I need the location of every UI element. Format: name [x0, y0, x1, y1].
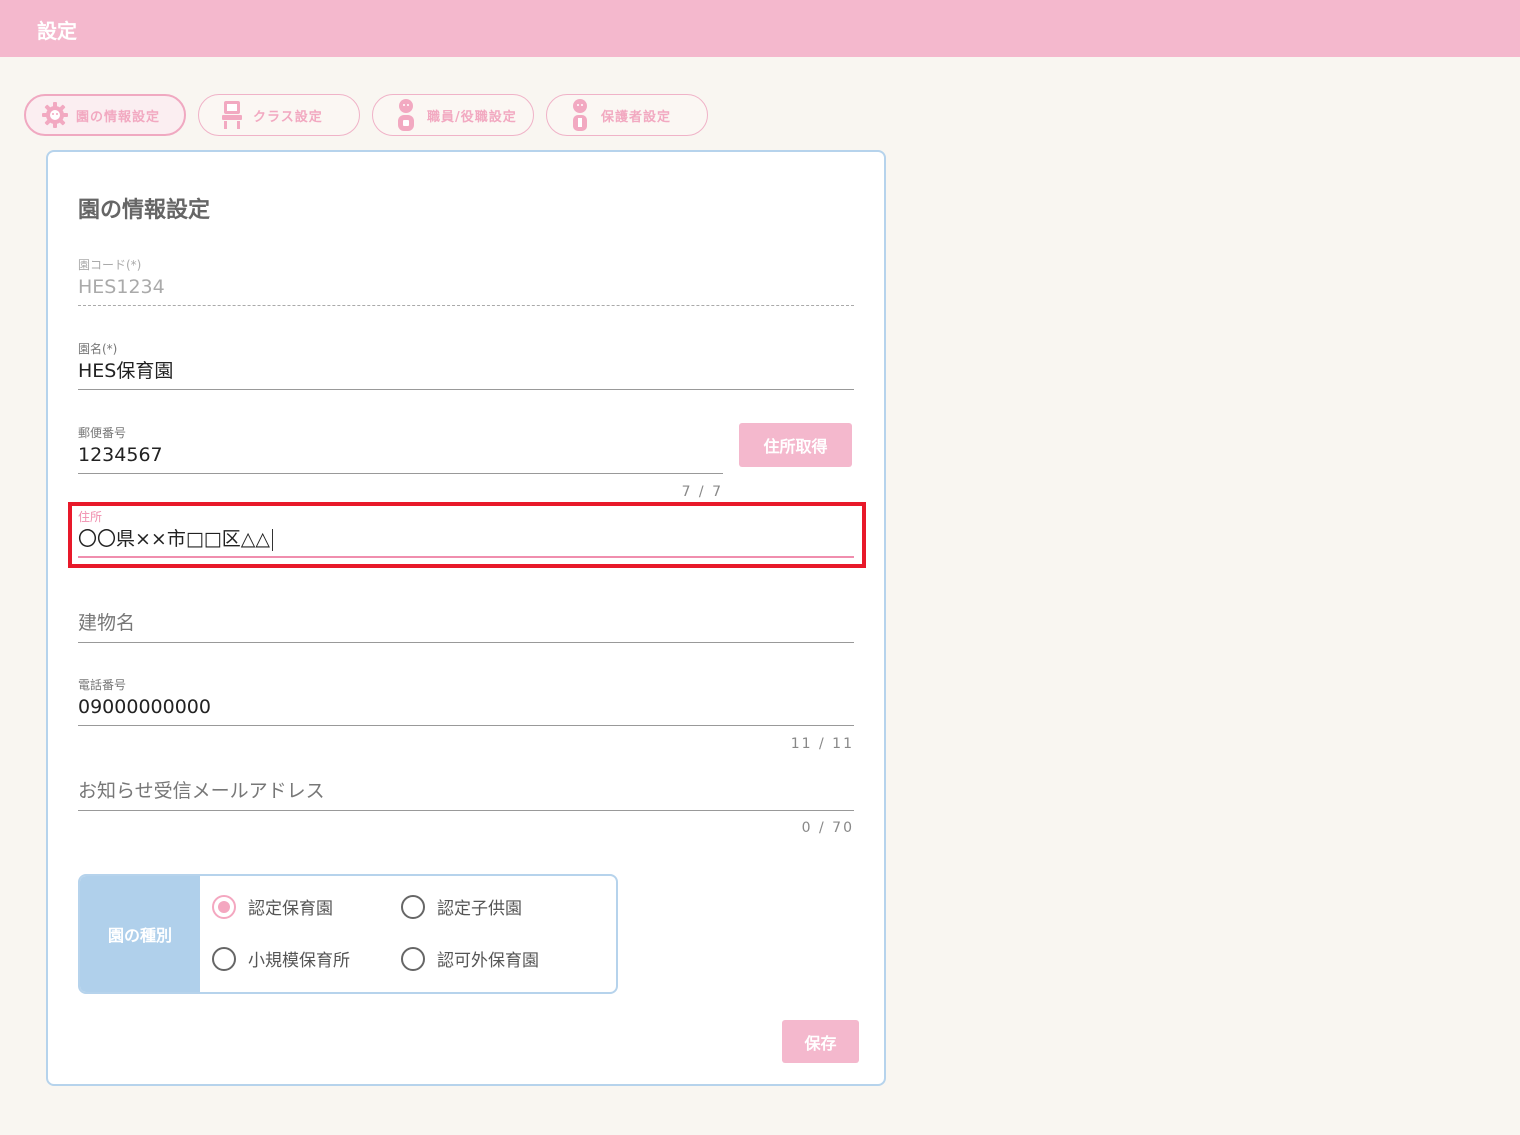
school-code-label: 園コード(*) [78, 258, 142, 272]
save-button[interactable]: 保存 [782, 1020, 859, 1063]
postal-code-counter: 7 / 7 [681, 484, 723, 500]
school-code-field: 園コード(*) HES1234 [78, 256, 854, 306]
email-label[interactable]: お知らせ受信メールアドレス [78, 776, 854, 806]
tab-label: 職員/役職設定 [427, 109, 517, 125]
school-info-card: 園の情報設定 園コード(*) HES1234 園名(*) HES保育園 郵便番号… [46, 150, 886, 1086]
postal-code-input[interactable]: 1234567 [78, 440, 723, 470]
get-address-button[interactable]: 住所取得 [739, 423, 852, 467]
building-name-field[interactable]: 建物名 [78, 608, 854, 643]
field-underline [78, 725, 854, 726]
field-underline [78, 305, 854, 306]
address-label: 住所 [78, 510, 103, 524]
radio-label: 小規模保育所 [248, 951, 350, 971]
card-title: 園の情報設定 [78, 198, 211, 223]
tab-label: 保護者設定 [601, 109, 672, 125]
radio-label: 認定保育園 [248, 899, 333, 919]
address-input[interactable]: 〇〇県××市□□区△△ [78, 524, 854, 554]
radio-unlicensed-nursery[interactable]: 認可外保育園 [401, 946, 539, 971]
postal-code-field[interactable]: 郵便番号 1234567 [78, 424, 723, 474]
tab-label: クラス設定 [253, 109, 323, 125]
radio-small-nursery[interactable]: 小規模保育所 [212, 946, 350, 971]
tab-class-settings[interactable]: クラス設定 [198, 94, 360, 136]
radio-label: 認可外保育園 [437, 951, 539, 971]
field-underline [78, 389, 854, 390]
phone-counter: 11 / 11 [790, 736, 854, 752]
building-name-label[interactable]: 建物名 [78, 608, 854, 638]
tab-school-info[interactable]: 園の情報設定 [24, 94, 186, 136]
top-bar: 設定 [0, 0, 1520, 57]
address-value: 〇〇県××市□□区△△ [78, 528, 270, 550]
radio-checked-icon [212, 894, 236, 919]
school-name-input[interactable]: HES保育園 [78, 356, 854, 386]
address-field[interactable]: 住所 〇〇県××市□□区△△ [78, 508, 854, 558]
page-title: 設定 [37, 19, 77, 43]
tab-label: 園の情報設定 [76, 109, 161, 125]
postal-code-label: 郵便番号 [78, 426, 127, 440]
tab-staff-settings[interactable]: 職員/役職設定 [372, 94, 534, 136]
class-icon [217, 100, 247, 130]
radio-unchecked-icon [401, 946, 425, 971]
radio-unchecked-icon [401, 894, 425, 919]
field-underline [78, 810, 854, 811]
phone-field[interactable]: 電話番号 09000000000 [78, 676, 854, 726]
staff-icon [391, 99, 421, 131]
guardian-icon [565, 99, 595, 131]
radio-certified-nursery[interactable]: 認定保育園 [212, 894, 333, 919]
tab-guardian-settings[interactable]: 保護者設定 [546, 94, 708, 136]
email-field[interactable]: お知らせ受信メールアドレス [78, 776, 854, 811]
school-name-field[interactable]: 園名(*) HES保育園 [78, 340, 854, 390]
gear-icon [40, 100, 70, 130]
school-name-label: 園名(*) [78, 342, 118, 356]
phone-input[interactable]: 09000000000 [78, 692, 854, 722]
radio-label: 認定子供園 [437, 899, 522, 919]
school-type-label: 園の種別 [80, 876, 200, 992]
radio-certified-child-center[interactable]: 認定子供園 [401, 894, 522, 919]
text-caret [271, 528, 273, 551]
phone-label: 電話番号 [78, 678, 127, 692]
school-type-group: 園の種別 認定保育園 認定子供園 小規模保育所 認可外保育園 [78, 874, 618, 994]
field-underline [78, 473, 723, 474]
email-counter: 0 / 70 [801, 820, 854, 836]
radio-unchecked-icon [212, 946, 236, 971]
field-underline [78, 556, 854, 558]
school-code-value: HES1234 [78, 276, 165, 298]
field-underline [78, 642, 854, 643]
